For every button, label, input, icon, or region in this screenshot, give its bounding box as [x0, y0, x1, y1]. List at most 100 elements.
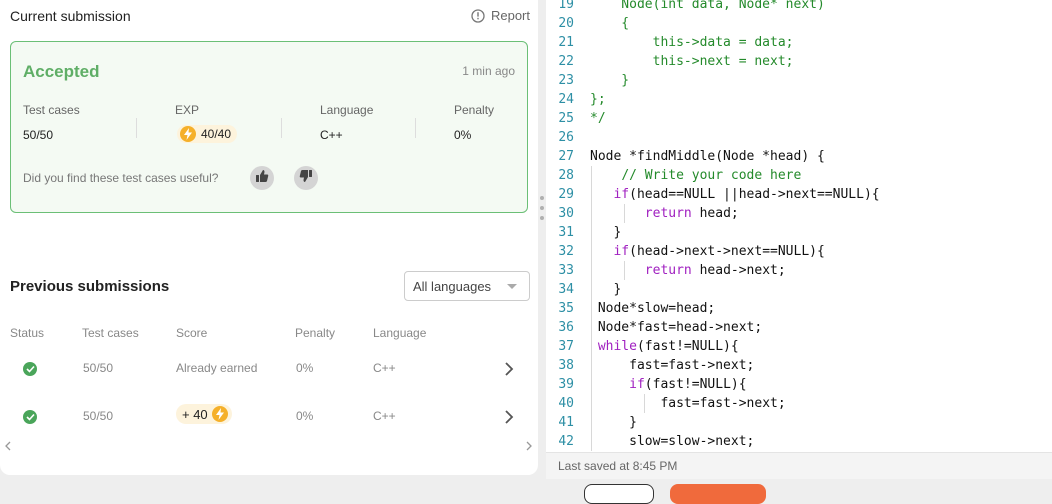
- code-line: 24};: [546, 90, 1052, 109]
- line-code: Node*fast=head->next;: [597, 320, 763, 335]
- code-line: 21 this->data = data;: [546, 33, 1052, 52]
- line-number: 30: [558, 206, 574, 221]
- code-line: 19 Node(int data, Node* next): [546, 0, 1052, 14]
- penalty-label: Penalty: [454, 103, 495, 117]
- line-number: 41: [558, 415, 574, 430]
- test-cases-label: Test cases: [23, 103, 80, 117]
- row-language: C++: [373, 409, 396, 423]
- code-line: 33 return head->next;: [546, 261, 1052, 280]
- code-line: 23 }: [546, 71, 1052, 90]
- panel-resize-handle[interactable]: [538, 0, 546, 493]
- code-line: 38 fast=fast->next;: [546, 356, 1052, 375]
- thumbs-up-button[interactable]: [250, 166, 274, 190]
- line-code: slow=slow->next;: [629, 434, 755, 449]
- line-code: return head;: [644, 206, 739, 221]
- info-circle-icon: [471, 9, 485, 23]
- column-header-test-cases: Test cases: [82, 326, 139, 340]
- chevron-right-icon[interactable]: [504, 361, 514, 377]
- line-code: fast=fast->next;: [629, 358, 755, 373]
- feedback-question: Did you find these test cases useful?: [23, 171, 219, 185]
- line-number: 29: [558, 187, 574, 202]
- line-code: if(fast!=NULL){: [629, 377, 747, 392]
- code-line: 29 if(head==NULL ||head->next==NULL){: [546, 185, 1052, 204]
- code-line: 22 this->next = next;: [546, 52, 1052, 71]
- line-code: while(fast!=NULL){: [597, 339, 739, 354]
- code-line: 30 return head;: [546, 204, 1052, 223]
- report-button[interactable]: Report: [471, 7, 530, 25]
- last-saved-text: Last saved at 8:45 PM: [558, 459, 678, 473]
- line-code: {: [590, 16, 630, 31]
- line-number: 23: [558, 73, 574, 88]
- table-row[interactable]: 50/50 + 40 0% C++: [0, 397, 538, 437]
- thumbs-down-button[interactable]: [294, 166, 318, 190]
- column-header-score: Score: [176, 326, 208, 340]
- line-number: 42: [558, 434, 574, 449]
- language-filter-select[interactable]: All languages: [404, 271, 530, 301]
- line-number: 22: [558, 54, 574, 69]
- submission-status: Accepted: [23, 62, 100, 81]
- line-code: }: [629, 415, 637, 430]
- line-code: return head->next;: [644, 263, 786, 278]
- caret-down-icon: [507, 284, 517, 289]
- line-code: };: [590, 92, 606, 107]
- line-number: 21: [558, 35, 574, 50]
- submission-time: 1 min ago: [462, 64, 515, 78]
- lightning-bolt-icon: [180, 126, 196, 142]
- secondary-action-button[interactable]: [584, 484, 654, 504]
- line-number: 36: [558, 320, 574, 335]
- exp-label: EXP: [175, 103, 200, 117]
- line-number: 20: [558, 16, 574, 31]
- code-line: 28 // Write your code here: [546, 166, 1052, 185]
- code-line: 27 Node *findMiddle(Node *head) {: [546, 147, 1052, 166]
- current-submission-card: Accepted 1 min ago Test cases 50/50 EXP …: [10, 41, 528, 213]
- row-score: + 40: [182, 406, 208, 422]
- exp-value: 40/40: [201, 127, 232, 141]
- indent-guide: [623, 204, 625, 223]
- line-number: 19: [558, 0, 574, 12]
- scroll-right-icon[interactable]: [526, 441, 532, 451]
- code-editor[interactable]: 19 Node(int data, Node* next) 20 {21 this…: [546, 0, 1052, 452]
- current-submission-header: Current submission Report: [10, 7, 530, 27]
- check-circle-icon: [23, 410, 37, 424]
- code-line: 42 slow=slow->next;: [546, 432, 1052, 451]
- penalty-value: 0%: [454, 128, 472, 142]
- code-line: 39 if(fast!=NULL){: [546, 375, 1052, 394]
- table-row[interactable]: 50/50 Already earned 0% C++: [0, 349, 538, 389]
- code-line: 35 Node*slow=head;: [546, 299, 1052, 318]
- test-cases-value: 50/50: [23, 128, 54, 142]
- grip-dot: [540, 206, 544, 210]
- stat-divider: [415, 118, 416, 138]
- grip-dot: [540, 216, 544, 220]
- line-number: 25: [558, 111, 574, 126]
- scroll-left-icon[interactable]: [5, 441, 11, 451]
- row-test-cases: 50/50: [83, 409, 114, 423]
- line-number: 26: [558, 130, 574, 145]
- line-number: 28: [558, 168, 574, 183]
- row-score-pill: + 40: [176, 404, 232, 424]
- line-code: this->next = next;: [590, 54, 794, 69]
- line-number: 38: [558, 358, 574, 373]
- stat-divider: [281, 118, 282, 138]
- line-number: 32: [558, 244, 574, 259]
- line-code: }: [613, 282, 622, 297]
- row-penalty: 0%: [296, 409, 314, 423]
- line-code: }: [613, 225, 622, 240]
- row-language: C++: [373, 361, 396, 375]
- code-line: 37 while(fast!=NULL){: [546, 337, 1052, 356]
- language-value: C++: [320, 128, 343, 142]
- line-number: 34: [558, 282, 574, 297]
- code-line: 36 Node*fast=head->next;: [546, 318, 1052, 337]
- line-code: Node(int data, Node* next): [590, 0, 825, 12]
- chevron-right-icon[interactable]: [504, 409, 514, 425]
- primary-action-button[interactable]: [670, 484, 766, 504]
- line-number: 40: [558, 396, 574, 411]
- line-number: 27: [558, 149, 574, 164]
- indent-guide: [623, 261, 625, 280]
- current-submission-title: Current submission: [10, 8, 131, 24]
- column-header-penalty: Penalty: [295, 326, 336, 340]
- line-number: 39: [558, 377, 574, 392]
- submission-panel: Current submission Report Accepted 1 min…: [0, 0, 538, 475]
- lightning-bolt-icon: [211, 406, 228, 422]
- exp-value-pill: 40/40: [177, 125, 238, 143]
- line-code: }: [590, 73, 630, 88]
